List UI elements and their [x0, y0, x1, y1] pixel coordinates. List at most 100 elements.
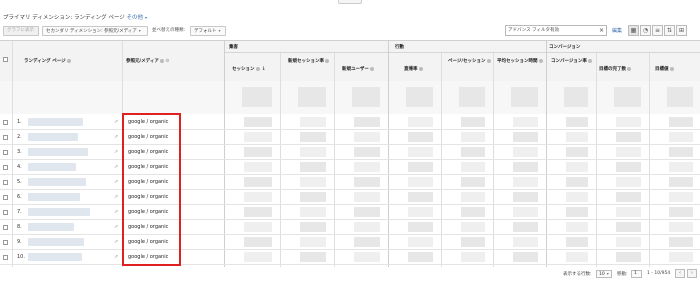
rows-per-page-select[interactable]: 10 ▾: [596, 270, 612, 278]
secondary-dimension-select[interactable]: セカンダリ ディメンション: 参照元/メディア ▾: [42, 26, 148, 36]
row-checkbox[interactable]: [3, 225, 8, 230]
metric-header-goal-completions[interactable]: 目標の完了数: [599, 66, 631, 72]
external-link-icon[interactable]: ⇗: [114, 239, 118, 245]
metric-cell: [669, 207, 693, 217]
landing-page-link[interactable]: [28, 118, 83, 126]
primary-dimension-value: ランディング ページ: [73, 15, 125, 21]
row-divider: [0, 219, 700, 220]
prev-page-button[interactable]: ‹: [675, 269, 685, 278]
landing-page-link[interactable]: [28, 178, 86, 186]
external-link-icon[interactable]: ⇗: [114, 209, 118, 215]
metric-cell: [616, 162, 641, 172]
landing-page-link[interactable]: [28, 238, 84, 246]
row-number: 8.: [17, 224, 22, 230]
primary-dimension-row: プライマリ ディメンション: ランディング ページ その他 ▾: [3, 13, 147, 21]
metric-cell: [616, 117, 641, 127]
row-number: 3.: [17, 149, 22, 155]
metric-header-pages-per-session[interactable]: ページ/セッション: [448, 58, 491, 64]
external-link-icon[interactable]: ⇗: [114, 119, 118, 125]
external-link-icon[interactable]: ⇗: [114, 134, 118, 140]
chevron-down-icon: ▾: [138, 28, 141, 33]
row-number: 1.: [17, 119, 22, 125]
metric-header-avg-session-duration[interactable]: 平均セッション時間: [497, 58, 543, 64]
metric-cell: [354, 147, 380, 157]
metric-cell: [616, 207, 641, 217]
metric-header-goal-value[interactable]: 目標値: [655, 66, 674, 72]
landing-page-header[interactable]: ランディング ページ: [24, 58, 71, 64]
row-checkbox[interactable]: [3, 195, 8, 200]
landing-page-link[interactable]: [28, 133, 78, 141]
metric-cell: [244, 147, 272, 157]
landing-page-link[interactable]: [28, 208, 90, 216]
totals-cell: [459, 87, 485, 107]
table-view-icon[interactable]: ▦: [628, 25, 639, 36]
row-checkbox[interactable]: [3, 120, 8, 125]
metric-cell: [461, 237, 485, 247]
performance-view-icon[interactable]: ≡: [652, 25, 663, 36]
behavior-group-header: 行動: [395, 45, 404, 50]
row-number: 5.: [17, 179, 22, 185]
sort-type-select[interactable]: デフォルト ▾: [190, 26, 226, 36]
row-checkbox[interactable]: [3, 180, 8, 185]
primary-dimension-label: プライマリ ディメンション:: [3, 15, 73, 21]
metric-header-conversion-rate[interactable]: コンバージョン率: [551, 58, 592, 64]
row-checkbox[interactable]: [3, 135, 8, 140]
help-icon: [418, 66, 423, 71]
secondary-dimension-label: セカンダリ ディメンション: 参照元/メディア: [46, 29, 137, 34]
metric-cell: [244, 117, 272, 127]
advanced-filter-field[interactable]: アドバンス フィルタ有効 ×: [505, 25, 607, 36]
row-checkbox[interactable]: [3, 150, 8, 155]
metric-header-bounce-rate[interactable]: 直帰率: [404, 66, 423, 72]
comparison-view-icon[interactable]: ⇅: [664, 25, 675, 36]
external-link-icon[interactable]: ⇗: [114, 149, 118, 155]
row-checkbox[interactable]: [3, 240, 8, 245]
plot-rows-button[interactable]: グラフに表示: [3, 26, 39, 36]
metric-cell: [354, 177, 380, 187]
row-number: 9.: [17, 239, 22, 245]
metric-cell: [513, 192, 538, 202]
totals-cell: [564, 87, 588, 107]
edit-filter-link[interactable]: 編集: [612, 27, 622, 34]
metric-cell: [244, 132, 272, 142]
select-all-checkbox[interactable]: [3, 57, 8, 62]
settings-icon[interactable]: ⚙: [165, 59, 169, 64]
goto-page-input[interactable]: 1: [631, 270, 642, 278]
help-icon: [255, 66, 260, 71]
landing-page-link[interactable]: [28, 253, 82, 261]
landing-page-link[interactable]: [28, 193, 80, 201]
metric-cell: [513, 222, 538, 232]
metric-cell: [669, 162, 693, 172]
top-collapse-handle[interactable]: [338, 0, 362, 4]
row-checkbox[interactable]: [3, 210, 8, 215]
metric-cell: [461, 147, 485, 157]
metric-cell: [244, 252, 272, 262]
external-link-icon[interactable]: ⇗: [114, 224, 118, 230]
metric-header-sessions[interactable]: セッション ↓: [232, 66, 266, 72]
row-checkbox[interactable]: [3, 255, 8, 260]
metric-cell: [566, 222, 588, 232]
landing-page-link[interactable]: [28, 148, 88, 156]
metric-cell: [669, 117, 693, 127]
close-icon[interactable]: ×: [599, 26, 604, 35]
page-range: 1 - 10/954: [647, 271, 671, 276]
next-page-button[interactable]: ›: [687, 269, 697, 278]
external-link-icon[interactable]: ⇗: [114, 179, 118, 185]
metric-header-new-session-rate[interactable]: 新規セッション率: [288, 58, 329, 64]
chevron-down-icon: ▾: [606, 271, 609, 276]
pie-view-icon[interactable]: ◔: [640, 25, 651, 36]
landing-page-link[interactable]: [28, 223, 74, 231]
external-link-icon[interactable]: ⇗: [114, 164, 118, 170]
metric-cell: [616, 252, 641, 262]
metric-cell: [300, 237, 326, 247]
other-dimension-link[interactable]: その他: [126, 15, 143, 21]
source-medium-header[interactable]: 参照元/メディア ⚙: [126, 58, 169, 64]
metric-cell: [300, 222, 326, 232]
sort-down-icon: ↓: [261, 66, 266, 72]
help-icon: [369, 66, 374, 71]
row-checkbox[interactable]: [3, 165, 8, 170]
external-link-icon[interactable]: ⇗: [114, 194, 118, 200]
metric-header-new-users[interactable]: 新規ユーザー: [342, 66, 374, 72]
landing-page-link[interactable]: [28, 163, 76, 171]
pivot-view-icon[interactable]: ⊞: [676, 25, 687, 36]
external-link-icon[interactable]: ⇗: [114, 254, 118, 260]
